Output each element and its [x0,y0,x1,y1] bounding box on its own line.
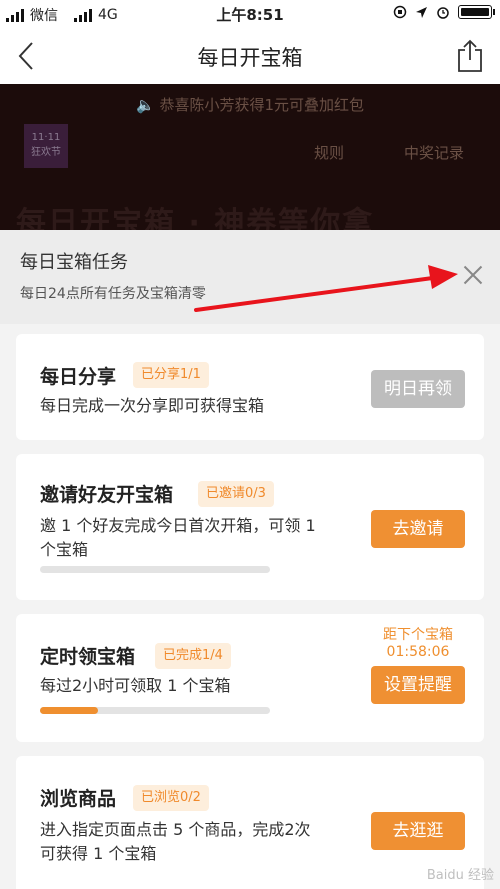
promo-banner: 🔈 恭喜陈小芳获得1元可叠加红包 11·11 狂欢节 规则 中奖记录 每日开宝箱… [0,84,500,230]
alarm-icon [437,7,449,19]
share-icon [458,39,482,72]
progress-fill [40,707,98,714]
watermark-text: Baidu 经验 [426,868,494,883]
come-back-tomorrow-button[interactable]: 明日再领 [371,370,465,408]
status-right [393,5,495,19]
winner-ticker: 🔈 恭喜陈小芳获得1元可叠加红包 [0,94,500,115]
rules-link[interactable]: 规则 [314,142,344,163]
close-icon[interactable] [458,260,488,290]
sheet-subtitle: 每日24点所有任务及宝箱清零 [20,286,206,302]
invite-button[interactable]: 去邀请 [371,510,465,548]
task-card-browse: 浏览商品 已浏览0/2 进入指定页面点击 5 个商品，完成2次 可获得 1 个宝… [16,756,484,889]
status-bar: 微信 4G 上午8:51 [0,0,500,28]
task-description: 每过2小时可领取 1 个宝箱 [40,676,231,695]
nav-bar: 每日开宝箱 [0,28,500,84]
browse-button[interactable]: 去逛逛 [371,812,465,850]
rotation-lock-icon [393,5,407,19]
sheet-header: 每日宝箱任务 每日24点所有任务及宝箱清零 [0,230,500,324]
records-link[interactable]: 中奖记录 [404,142,464,163]
task-title: 邀请好友开宝箱 [40,484,174,506]
countdown-time: 01:58:06 [386,644,450,660]
progress-bar [40,707,270,714]
festival-badge: 11·11 狂欢节 [24,124,68,168]
task-title: 每日分享 [40,366,117,388]
set-reminder-button[interactable]: 设置提醒 [371,666,465,704]
task-title: 定时领宝箱 [40,646,136,668]
task-card-share: 每日分享 已分享1/1 每日完成一次分享即可获得宝箱 明日再领 [16,334,484,440]
status-badge: 已邀请0/3 [198,481,274,507]
location-icon [416,6,427,18]
status-badge: 已完成1/4 [155,643,231,669]
badge-line1: 11·11 [31,132,61,143]
banner-headline: 每日开宝箱 · 神券等你拿 [16,206,375,230]
task-description: 每日完成一次分享即可获得宝箱 [40,396,265,415]
task-description-line1: 进入指定页面点击 5 个商品，完成2次 [40,820,311,839]
task-description-line2: 个宝箱 [40,540,89,559]
task-card-invite: 邀请好友开宝箱 已邀请0/3 邀 1 个好友完成今日首次开箱，可领 1 个宝箱 … [16,454,484,600]
countdown-label: 距下个宝箱 [383,627,453,643]
task-title: 浏览商品 [40,788,117,810]
task-description-line1: 邀 1 个好友完成今日首次开箱，可领 1 [40,516,316,535]
badge-line2: 狂欢节 [31,147,61,158]
speaker-icon: 🔈 [135,96,155,114]
status-badge: 已浏览0/2 [133,785,209,811]
status-badge: 已分享1/1 [133,362,209,388]
progress-bar [40,566,270,573]
task-description-line2: 可获得 1 个宝箱 [40,844,157,863]
sheet-title: 每日宝箱任务 [20,252,128,273]
battery-icon [458,5,495,19]
ticker-text: 恭喜陈小芳获得1元可叠加红包 [159,96,364,114]
task-card-timed: 定时领宝箱 已完成1/4 每过2小时可领取 1 个宝箱 距下个宝箱 01:58:… [16,614,484,742]
task-sheet: 每日宝箱任务 每日24点所有任务及宝箱清零 每日分享 已分享1/1 每日完成一次… [0,230,500,889]
page-title: 每日开宝箱 [197,46,303,70]
share-button[interactable] [454,38,486,74]
